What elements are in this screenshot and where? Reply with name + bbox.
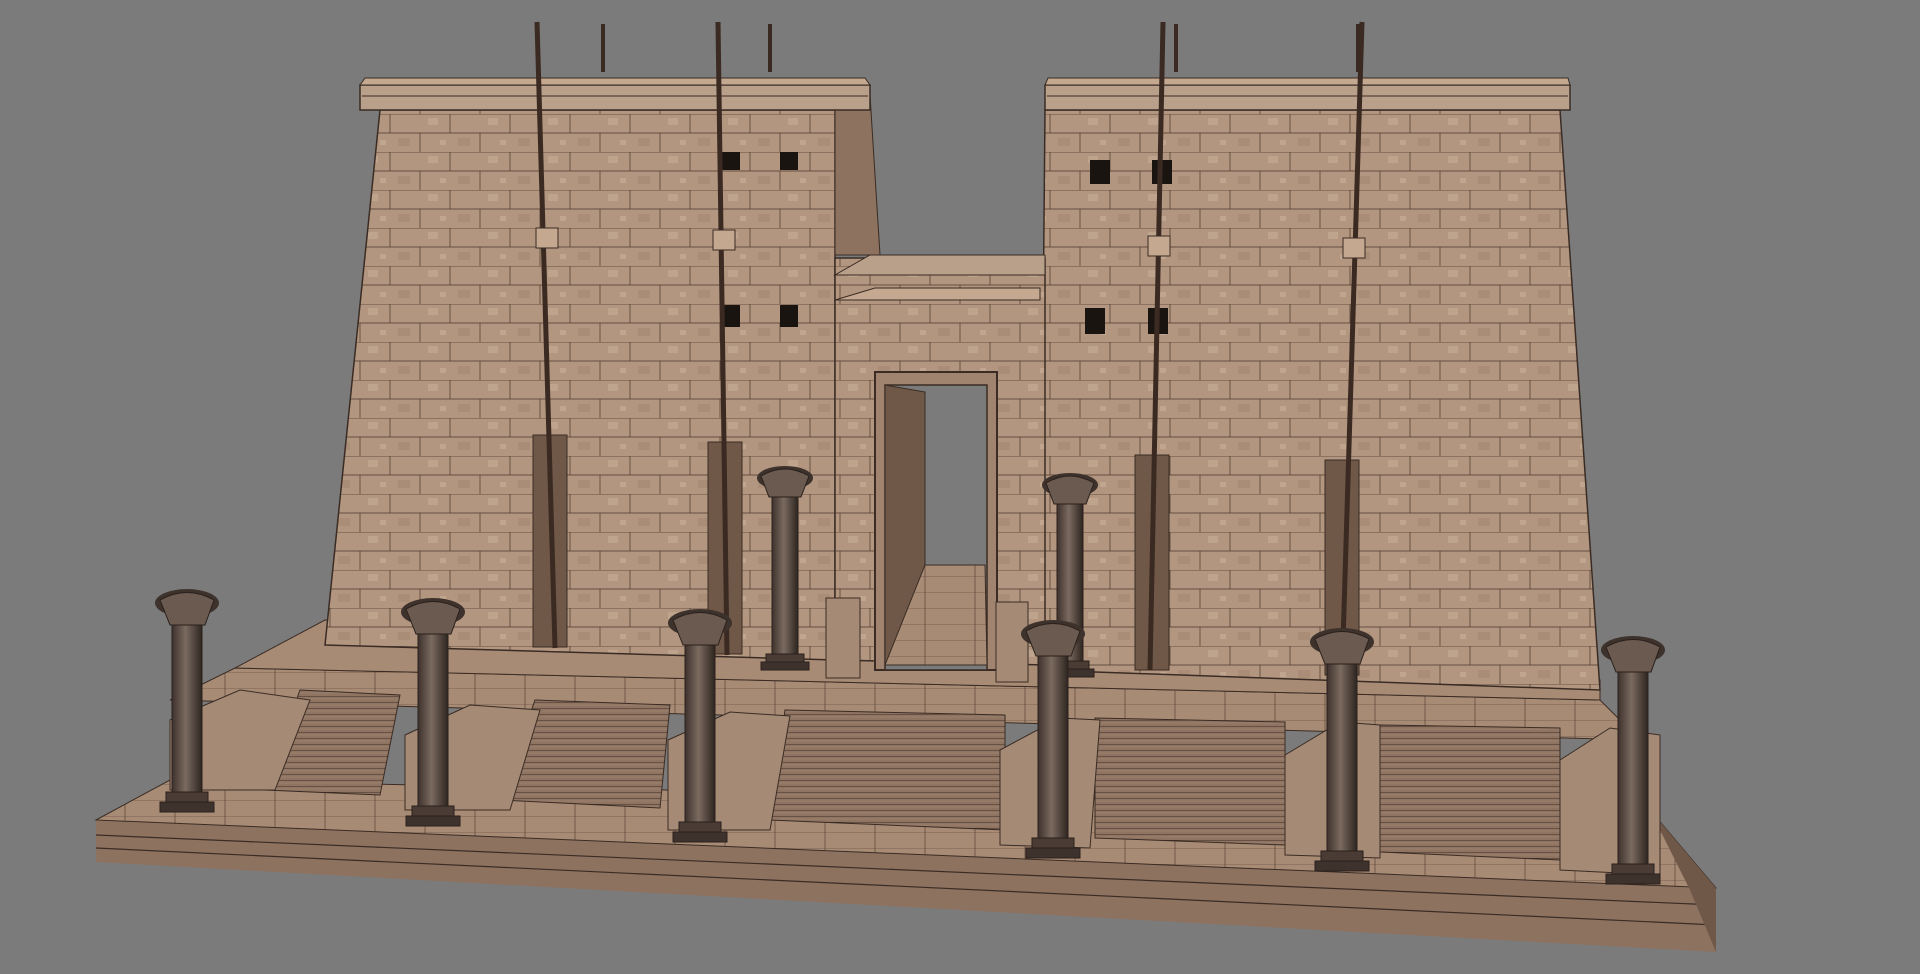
- staircase-3: [769, 709, 1006, 831]
- staircase-4: [1094, 717, 1286, 846]
- staircase-5: [1379, 724, 1561, 861]
- right-pylon: [1039, 77, 1601, 691]
- render-viewport: [0, 0, 1920, 974]
- temple-scene: [94, 21, 1718, 952]
